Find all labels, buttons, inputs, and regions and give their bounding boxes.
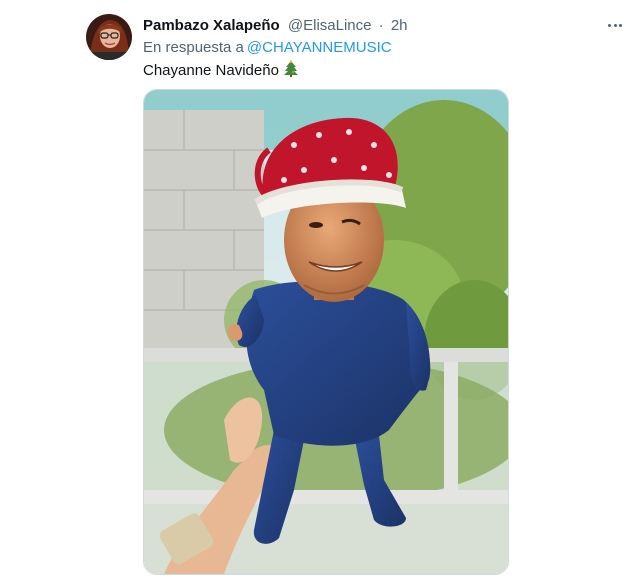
tweet-timestamp[interactable]: 2h [391, 17, 408, 34]
author-handle[interactable]: @ElisaLince [288, 17, 372, 34]
reply-context: En respuesta a @CHAYANNEMUSIC [143, 38, 392, 58]
christmas-tree-icon [283, 60, 299, 83]
avatar[interactable] [86, 14, 132, 60]
photo-chayanne-doll [144, 90, 508, 574]
avatar-image [86, 14, 132, 60]
tweet-header: Pambazo Xalapeño @ElisaLince · 2h [143, 16, 603, 36]
more-options-icon[interactable] [600, 12, 630, 38]
tweet-photo[interactable] [143, 89, 509, 575]
tweet: Pambazo Xalapeño @ElisaLince · 2h En res… [0, 0, 644, 582]
separator-dot: · [378, 17, 384, 34]
reply-mention-link[interactable]: @CHAYANNEMUSIC [247, 39, 392, 56]
reply-prefix: En respuesta a [143, 39, 244, 56]
tweet-text: Chayanne Navideño [143, 60, 299, 83]
author-name[interactable]: Pambazo Xalapeño [143, 17, 280, 34]
tweet-text-content: Chayanne Navideño [143, 62, 279, 79]
